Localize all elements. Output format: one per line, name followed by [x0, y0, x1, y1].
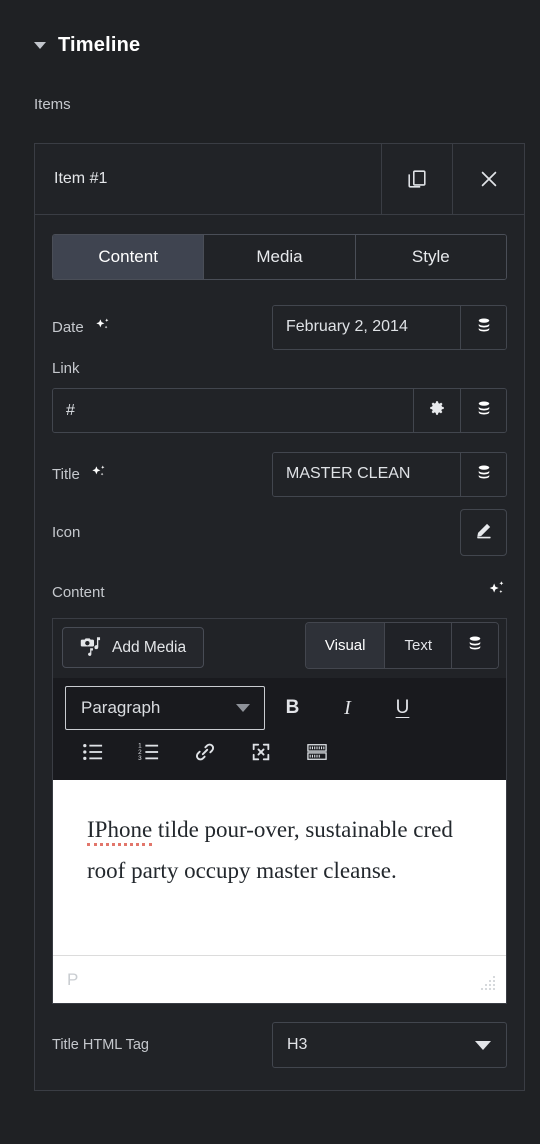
link-dynamic-tags-button[interactable] — [460, 389, 506, 432]
fullscreen-icon — [250, 741, 272, 768]
editor-toolbar-row-1: Paragraph B I U — [53, 686, 506, 737]
title-html-tag-label: Title HTML Tag — [52, 1037, 149, 1053]
sparkle-ai-icon[interactable] — [93, 316, 112, 339]
items-repeater: Item #1 Content Media Style Date Februar… — [34, 143, 525, 1091]
database-icon — [475, 463, 493, 486]
add-media-button[interactable]: Add Media — [62, 627, 205, 668]
editor-toolbar-row-2: 1 2 3 — [53, 737, 506, 771]
title-control-row: Title MASTER CLEAN — [52, 449, 507, 499]
link-control-row: Link # — [52, 360, 507, 433]
insert-link-button[interactable] — [177, 737, 233, 771]
content-control-header: Content — [52, 565, 507, 618]
add-media-label: Add Media — [112, 638, 187, 656]
numbered-list-button[interactable]: 1 2 3 — [121, 737, 177, 771]
editor-dynamic-tags-button[interactable] — [452, 623, 498, 668]
insert-link-icon — [194, 741, 216, 768]
toolbar-toggle-icon — [306, 742, 328, 767]
remove-item-button[interactable] — [453, 144, 524, 214]
gear-icon — [428, 399, 446, 422]
date-dynamic-tags-button[interactable] — [460, 305, 506, 349]
date-field-group: February 2, 2014 — [272, 304, 507, 350]
items-label: Items — [34, 96, 71, 113]
editor-element-path: P — [67, 969, 79, 989]
link-options-button[interactable] — [413, 389, 460, 432]
link-field-group: # — [52, 388, 507, 433]
numbered-list-icon: 1 2 3 — [138, 742, 160, 767]
title-html-tag-value: H3 — [287, 1036, 308, 1053]
svg-text:3: 3 — [138, 755, 142, 762]
title-label-wrap: Title — [52, 463, 272, 486]
tab-visual[interactable]: Visual — [305, 623, 386, 668]
icon-label: Icon — [52, 523, 81, 541]
close-icon — [478, 168, 500, 190]
toolbar-toggle-button[interactable] — [289, 737, 345, 771]
repeater-item-header[interactable]: Item #1 — [35, 144, 524, 215]
section-header[interactable]: Timeline — [0, 0, 540, 62]
database-icon — [475, 399, 493, 422]
bulleted-list-button[interactable] — [65, 737, 121, 771]
title-html-tag-row: Title HTML Tag H3 — [52, 1004, 507, 1074]
editor-paragraph: IPhone tilde pour-over, sustainable cred… — [87, 810, 472, 892]
chevron-down-icon — [475, 1040, 491, 1050]
bold-button[interactable]: B — [265, 686, 320, 730]
database-icon — [475, 316, 493, 339]
icon-control-row: Icon — [52, 507, 507, 557]
chevron-down-icon — [236, 704, 250, 712]
misspelled-word: IPhone — [87, 817, 153, 846]
add-media-icon — [80, 635, 101, 661]
repeater-item-body: Content Media Style Date February 2, 201… — [35, 215, 524, 1090]
page-title: Timeline — [58, 33, 141, 56]
title-input[interactable]: MASTER CLEAN — [273, 452, 460, 496]
bulleted-list-icon — [82, 742, 104, 767]
tab-style[interactable]: Style — [355, 235, 506, 279]
date-label-wrap: Date — [52, 316, 272, 339]
italic-button[interactable]: I — [320, 686, 375, 730]
item-tabs: Content Media Style — [52, 234, 507, 280]
chevron-down-icon — [34, 41, 46, 49]
repeater-item-title[interactable]: Item #1 — [35, 144, 382, 214]
title-dynamic-tags-button[interactable] — [460, 452, 506, 496]
title-html-tag-select[interactable]: H3 — [272, 1022, 507, 1068]
fullscreen-button[interactable] — [233, 737, 289, 771]
content-label: Content — [52, 583, 105, 601]
editor-status-bar: P — [53, 955, 506, 1003]
duplicate-icon — [406, 168, 428, 190]
link-label: Link — [52, 360, 80, 377]
date-label: Date — [52, 318, 84, 336]
editor-toolbar: Paragraph B I U 1 2 3 — [53, 678, 506, 780]
date-input[interactable]: February 2, 2014 — [273, 305, 460, 349]
duplicate-item-button[interactable] — [382, 144, 453, 214]
date-control-row: Date February 2, 2014 — [52, 302, 507, 352]
pencil-icon — [473, 519, 495, 546]
wysiwyg-editor: Add Media Visual Text Paragraph B I U 1 … — [52, 618, 507, 1004]
sparkle-ai-icon[interactable] — [486, 579, 507, 605]
title-label: Title — [52, 465, 80, 483]
resize-handle[interactable] — [479, 973, 497, 996]
sparkle-ai-icon[interactable] — [89, 463, 108, 486]
link-input[interactable]: # — [53, 389, 413, 432]
editor-top-bar: Add Media Visual Text — [53, 619, 506, 678]
text-format-buttons: B I U — [265, 686, 430, 730]
tab-content[interactable]: Content — [53, 235, 205, 279]
database-icon — [466, 634, 484, 657]
icon-edit-button[interactable] — [460, 508, 507, 556]
editor-mode-tabs: Visual Text — [304, 622, 499, 669]
title-field-group: MASTER CLEAN — [272, 451, 507, 497]
tab-media[interactable]: Media — [204, 235, 356, 279]
editor-content-area[interactable]: IPhone tilde pour-over, sustainable cred… — [53, 780, 506, 955]
tab-text[interactable]: Text — [385, 623, 452, 668]
format-select[interactable]: Paragraph — [65, 686, 265, 730]
underline-button[interactable]: U — [375, 686, 430, 730]
format-select-value: Paragraph — [81, 698, 161, 717]
